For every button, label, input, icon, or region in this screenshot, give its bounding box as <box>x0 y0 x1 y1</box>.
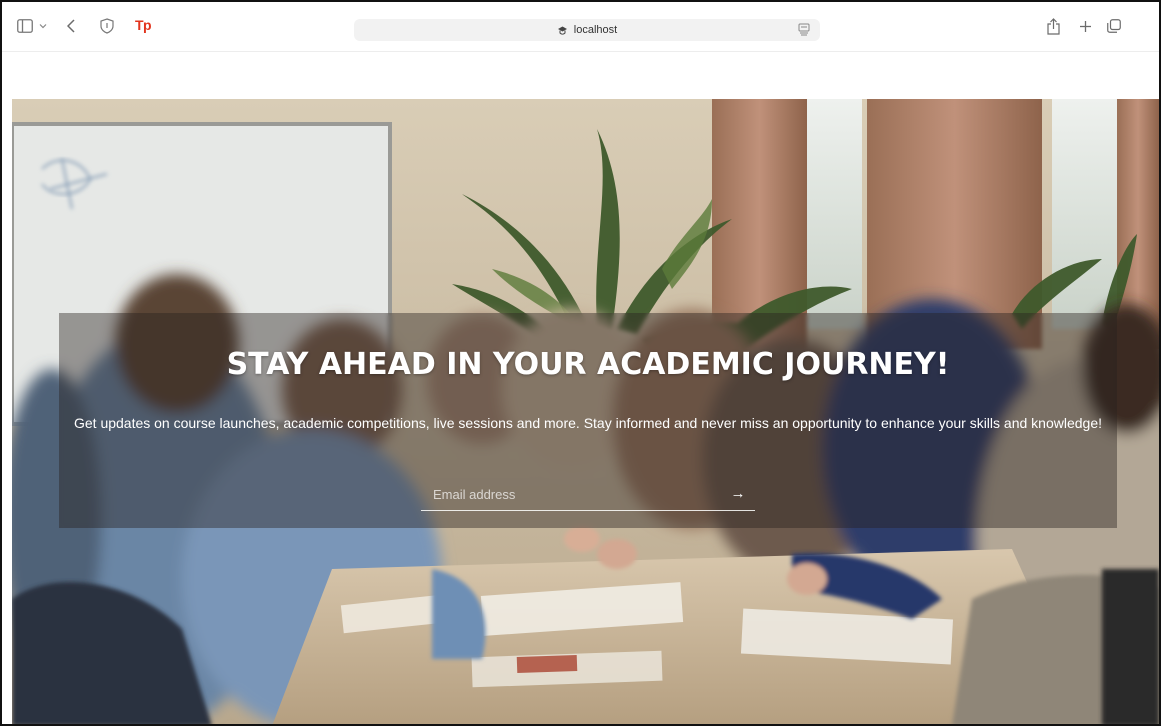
share-icon[interactable] <box>1045 16 1061 36</box>
url-text: localhost <box>573 24 618 36</box>
newsletter-panel: STAY AHEAD IN YOUR ACADEMIC JOURNEY! Get… <box>59 313 1117 528</box>
email-input[interactable] <box>433 481 713 507</box>
reader-icon[interactable] <box>798 23 810 41</box>
browser-toolbar: Tp localhost <box>2 2 1159 52</box>
favicon-icon <box>557 25 568 36</box>
tabs-overview-icon[interactable] <box>1106 16 1122 36</box>
sidebar-icon[interactable] <box>16 16 34 36</box>
chevron-left-icon[interactable] <box>64 16 78 36</box>
hero-section: STAY AHEAD IN YOUR ACADEMIC JOURNEY! Get… <box>12 99 1159 724</box>
browser-window: Tp localhost STAY AHEAD IN YOUR ACADEMIC… <box>0 0 1161 726</box>
hero-title: STAY AHEAD IN YOUR ACADEMIC JOURNEY! <box>226 347 950 382</box>
page-header-space <box>2 53 1159 99</box>
address-bar[interactable]: localhost <box>354 19 820 41</box>
shield-icon[interactable] <box>98 16 116 36</box>
plus-icon[interactable] <box>1077 16 1093 36</box>
chevron-down-icon[interactable] <box>38 16 48 36</box>
extension-logo[interactable]: Tp <box>135 17 152 33</box>
subscribe-arrow-button[interactable]: → <box>727 483 749 505</box>
hero-subtitle: Get updates on course launches, academic… <box>73 415 1102 431</box>
subscribe-form: → <box>421 481 755 511</box>
